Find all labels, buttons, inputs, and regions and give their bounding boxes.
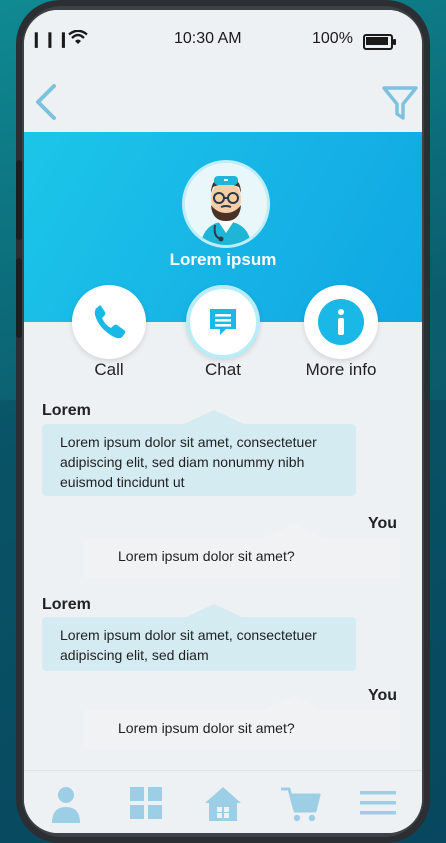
navigation-bar [24,70,422,140]
bottom-tab-bar [24,770,422,833]
message-bubble-outgoing: Lorem ipsum dolor sit amet? [84,538,400,578]
chat-label: Chat [205,360,241,379]
doctor-avatar-illustration [185,163,267,245]
status-time: 10:30 AM [174,30,242,47]
battery-icon [363,34,396,50]
bubble-tail [264,524,324,538]
message-sender: You [368,687,398,704]
person-icon[interactable] [44,781,88,825]
chevron-left-icon[interactable] [30,80,66,124]
bubble-tail [264,696,324,710]
bubble-tail [184,604,244,618]
message-sender: You [368,515,398,532]
phone-screen: ❙❙❙ 10:30 AM 100% Lorem ipsum Call Chat … [24,10,422,833]
volume-down-button [16,258,22,338]
doctor-avatar [182,160,270,248]
message-bubble-incoming: Lorem ipsum dolor sit amet, consectetuer… [42,424,356,496]
chat-button[interactable] [186,285,260,359]
volume-up-button [16,160,22,240]
call-button[interactable] [72,285,146,359]
filter-icon[interactable] [380,80,420,124]
message-sender: Lorem [42,596,91,613]
message-sender: Lorem [42,402,91,419]
menu-icon[interactable] [356,781,400,825]
info-icon [318,299,364,345]
more-info-label: More info [305,360,377,379]
phone-icon [94,305,126,339]
grid-icon[interactable] [124,781,168,825]
message-bubble-outgoing: Lorem ipsum dolor sit amet? [84,710,400,750]
chat-icon [210,309,236,335]
signal-wifi-indicator: ❙❙❙ [30,31,71,48]
cart-icon[interactable] [279,781,323,825]
bubble-tail [184,410,244,424]
more-info-button[interactable] [304,285,378,359]
message-bubble-incoming: Lorem ipsum dolor sit amet, consectetuer… [42,617,356,671]
home-icon[interactable] [201,781,245,825]
battery-percent: 100% [312,30,353,47]
profile-name: Lorem ipsum [169,250,277,269]
call-label: Call [94,360,124,379]
status-bar: ❙❙❙ 10:30 AM 100% [24,10,422,70]
wifi-icon [68,30,88,44]
